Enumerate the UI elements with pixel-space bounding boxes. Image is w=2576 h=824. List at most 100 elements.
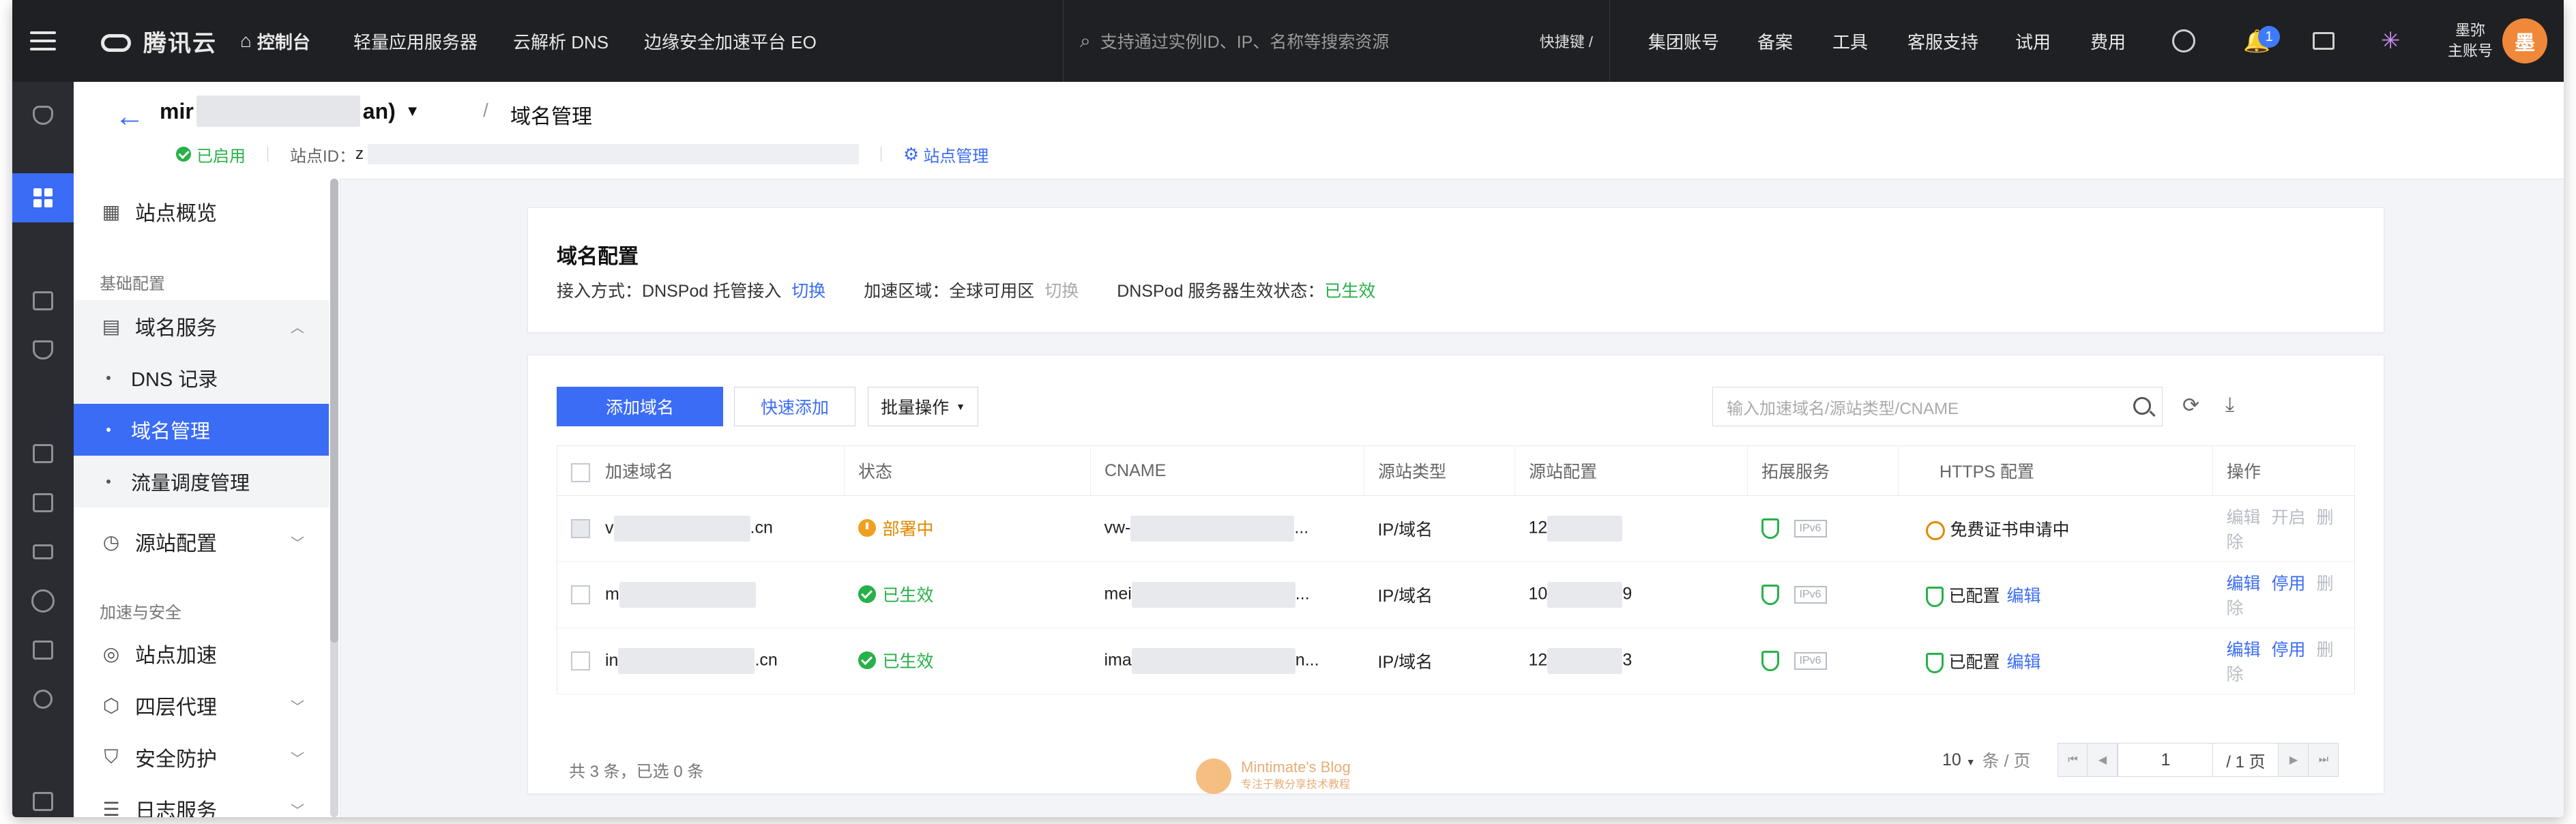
global-search[interactable]: ⌕ 支持通过实例ID、IP、名称等搜索资源 快捷键 /	[1063, 0, 1610, 82]
back-arrow-icon[interactable]: ←	[115, 100, 145, 134]
check-circle-icon	[858, 651, 876, 669]
clock-icon	[858, 519, 876, 537]
edit-action[interactable]: 编辑	[2227, 574, 2261, 593]
rail-analytics-icon[interactable]	[30, 441, 56, 467]
avatar[interactable]: 墨	[2502, 0, 2547, 82]
site-selector[interactable]: mir an) ▼	[160, 95, 420, 127]
col-origin-config: 源站配置	[1514, 445, 1748, 496]
menu-l4-proxy[interactable]: ⬡ 四层代理 ﹀	[74, 679, 329, 731]
developer-icon[interactable]	[2172, 0, 2195, 82]
menu-group-basic: 基础配置	[100, 275, 165, 293]
nav-lighthouse[interactable]: 轻量应用服务器	[353, 0, 478, 82]
refresh-icon[interactable]: ⟳	[2182, 394, 2199, 417]
rail-more-icon[interactable]	[30, 789, 56, 814]
chevron-down-icon: ﹀	[291, 751, 304, 767]
https-edit-link[interactable]: 编辑	[2007, 653, 2041, 672]
menu-security[interactable]: ⛉ 安全防护 ﹀	[74, 731, 329, 783]
row-checkbox[interactable]	[571, 519, 590, 538]
nav-tools[interactable]: 工具	[1832, 0, 1868, 82]
row-checkbox[interactable]	[571, 651, 590, 671]
menu-domain-service[interactable]: ▤ 域名服务 ︿	[74, 300, 329, 352]
select-all-checkbox[interactable]	[571, 463, 590, 483]
access-mode: DNSPod 托管接入	[642, 282, 782, 301]
access-switch-link[interactable]: 切换	[791, 282, 825, 301]
nav-trial[interactable]: 试用	[2015, 0, 2051, 82]
page-input[interactable]: 1	[2118, 743, 2214, 777]
side-scrollbar[interactable]	[330, 179, 338, 817]
accel-icon: ◎	[102, 643, 120, 664]
gear-icon: ⚙	[903, 143, 920, 164]
table-row: m 已生效 mei... IP/域名 10 9 IPv6 已配置 编辑 编辑 停用 删除	[557, 561, 2355, 628]
nav-filing[interactable]: 备案	[1757, 0, 1793, 82]
rail-security-icon[interactable]	[30, 337, 56, 363]
user-name: 墨弥	[2455, 22, 2486, 39]
nav-dns[interactable]: 云解析 DNS	[513, 0, 609, 82]
menu-icon[interactable]	[30, 0, 56, 82]
row-checkbox[interactable]	[571, 585, 590, 604]
brand-logo[interactable]: 腾讯云	[98, 0, 217, 82]
menu-site-overview[interactable]: ▦ 站点概览	[74, 186, 329, 237]
col-origin-type: 源站类型	[1364, 445, 1515, 496]
menu-traffic-scheduling[interactable]: 流量调度管理	[74, 456, 329, 507]
rail-search-icon[interactable]	[30, 686, 56, 712]
nav-console[interactable]: ⌂ 控制台	[240, 0, 310, 82]
product-rail	[12, 82, 74, 817]
site-meta: 已启用 站点ID： z ⚙ 站点管理	[176, 141, 989, 168]
origin-icon: ◷	[102, 531, 120, 553]
shield-logo-icon[interactable]	[30, 102, 56, 128]
user-role: 主账号	[2448, 42, 2493, 59]
last-page-icon[interactable]: ⏭	[2309, 743, 2339, 777]
edit-action[interactable]: 编辑	[2227, 508, 2261, 527]
rail-monitor-icon[interactable]	[30, 288, 56, 314]
add-domain-button[interactable]: 添加域名	[557, 387, 723, 426]
redacted-block	[1131, 648, 1296, 674]
region-switch-link[interactable]: 切换	[1044, 282, 1079, 301]
menu-site-accel[interactable]: ◎ 站点加速	[74, 628, 329, 679]
table-header-row: 加速域名 状态 CNAME 源站类型 源站配置 拓展服务 HTTPS 配置 操作	[557, 445, 2355, 496]
first-page-icon[interactable]: ⏮	[2058, 743, 2088, 777]
watermark-logo-icon	[1196, 759, 1231, 794]
menu-dns-records[interactable]: DNS 记录	[74, 352, 329, 404]
menu-domain-manage[interactable]: 域名管理	[74, 404, 329, 456]
billing-icon[interactable]	[2313, 0, 2334, 82]
quick-add-button[interactable]: 快速添加	[734, 387, 855, 426]
disable-action[interactable]: 停用	[2272, 574, 2306, 593]
page-size-select[interactable]: 10 ▼	[1942, 750, 1976, 770]
search-icon[interactable]	[2133, 397, 2151, 415]
status-badge: 部署中	[858, 516, 934, 540]
edit-action[interactable]: 编辑	[2227, 641, 2261, 660]
shield-check-icon	[1925, 653, 1944, 674]
menu-logs[interactable]: ☰ 日志服务 ﹀	[74, 783, 329, 818]
redacted-block	[618, 648, 755, 674]
rail-log-icon[interactable]	[30, 637, 56, 663]
nav-support[interactable]: 客服支持	[1907, 0, 1978, 82]
menu-origin-config[interactable]: ◷ 源站配置 ﹀	[74, 516, 329, 568]
col-cname: CNAME	[1090, 445, 1364, 496]
global-search-input[interactable]: 支持通过实例ID、IP、名称等搜索资源	[1100, 29, 1390, 53]
page-size-unit: 条 / 页	[1982, 752, 2031, 771]
rail-pulse-icon[interactable]	[30, 588, 56, 614]
col-https: HTTPS 配置	[1898, 445, 2213, 496]
prev-page-icon[interactable]: ◀	[2088, 743, 2118, 777]
nav-group-account[interactable]: 集团账号	[1648, 0, 1719, 82]
batch-ops-dropdown[interactable]: 批量操作 ▼	[868, 387, 978, 426]
rail-dashboard-icon[interactable]	[12, 173, 74, 222]
next-page-icon[interactable]: ▶	[2279, 743, 2309, 777]
status-badge: 已生效	[858, 648, 934, 673]
status-ok-icon	[176, 147, 191, 162]
https-edit-link[interactable]: 编辑	[2007, 587, 2041, 606]
site-manage-link[interactable]: 站点管理	[923, 143, 989, 166]
ai-assistant-icon[interactable]: ✳	[2381, 0, 2401, 82]
site-id-label: 站点ID：	[290, 147, 355, 166]
enable-action[interactable]: 开启	[2272, 508, 2306, 527]
home-icon: ⌂	[240, 30, 252, 51]
disable-action[interactable]: 停用	[2272, 641, 2306, 660]
rail-download-icon[interactable]	[30, 490, 56, 516]
nav-billing[interactable]: 费用	[2090, 0, 2126, 82]
rail-list-icon[interactable]	[30, 539, 56, 565]
domain-search-input[interactable]: 输入加速域名/源站类型/CNAME	[1712, 387, 2163, 426]
table-row: v .cn 部署中 vw-... IP/域名 12 IPv6 免费证书申请中 编辑…	[557, 495, 2355, 562]
user-info[interactable]: 墨弥 主账号	[2448, 0, 2493, 82]
download-icon[interactable]: ⤓	[2225, 394, 2234, 417]
nav-edgeone[interactable]: 边缘安全加速平台 EO	[644, 0, 817, 82]
